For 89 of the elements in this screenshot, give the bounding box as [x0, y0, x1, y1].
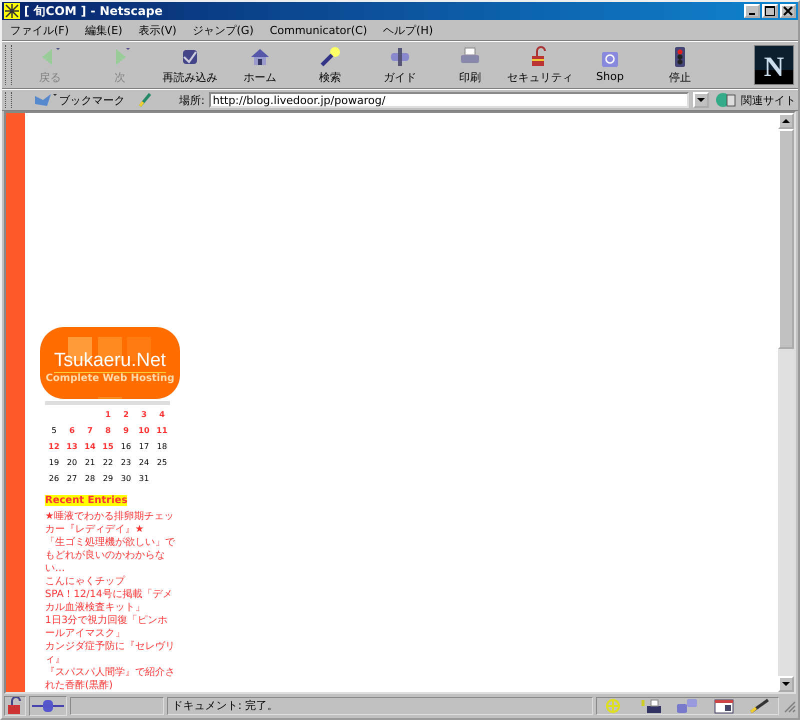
- related-sites-button[interactable]: 関連サイト: [713, 92, 798, 108]
- minimize-button[interactable]: [744, 4, 760, 18]
- calendar-day: 26: [45, 471, 63, 487]
- inbox-icon[interactable]: [639, 698, 664, 714]
- calendar-day: 30: [117, 471, 135, 487]
- menu-item[interactable]: ファイル(F): [10, 22, 69, 38]
- bookmarks-button[interactable]: ブックマーク: [31, 92, 127, 108]
- calendar-day-link[interactable]: 1: [99, 407, 117, 423]
- calendar-day: 28: [81, 471, 99, 487]
- connection-icon: [29, 696, 67, 716]
- calendar-day-link[interactable]: 12: [45, 439, 63, 455]
- calendar-day-link[interactable]: 15: [99, 439, 117, 455]
- calendar-day: 27: [63, 471, 81, 487]
- menu-item[interactable]: ヘルプ(H): [383, 22, 434, 38]
- calendar-day-link[interactable]: 13: [63, 439, 81, 455]
- entry-link[interactable]: SPA！12/14号に掲載「デメカル血液検査キット」: [45, 588, 175, 614]
- menu-item[interactable]: 表示(V): [138, 22, 177, 38]
- minimize-icon: [749, 13, 755, 15]
- scroll-down-button[interactable]: [778, 676, 794, 692]
- menu-item[interactable]: Communicator(C): [270, 24, 368, 36]
- toolbar-button[interactable]: 印刷: [435, 43, 505, 87]
- calendar-day: 22: [99, 455, 117, 471]
- caret-icon: [697, 98, 705, 102]
- bookmark-icon: [33, 92, 57, 108]
- toolbar-button[interactable]: ホーム: [225, 43, 295, 87]
- maximize-icon: [765, 6, 775, 16]
- entry-link[interactable]: 「生ゴミ処理機が欲しい」でもどれが良いのかわからない…: [45, 536, 175, 575]
- entry-link[interactable]: こんにゃくチップ: [45, 575, 175, 588]
- scroll-thumb[interactable]: [778, 129, 794, 349]
- calendar-day: 25: [153, 455, 171, 471]
- toolbar-button[interactable]: 再読み込み: [155, 43, 225, 87]
- pen-icon[interactable]: [748, 698, 772, 714]
- close-button[interactable]: [780, 4, 796, 18]
- calendar-day-link[interactable]: 11: [153, 423, 171, 439]
- calendar-day: 31: [135, 471, 153, 487]
- calendar-day-link[interactable]: 4: [153, 407, 171, 423]
- toolbar-grip[interactable]: [5, 92, 12, 108]
- logo-subtitle: Complete Web Hosting: [46, 372, 174, 384]
- lock-icon[interactable]: [4, 696, 26, 716]
- toolbar-button[interactable]: セキュリティ: [505, 43, 575, 87]
- calendar-day-link[interactable]: 8: [99, 423, 117, 439]
- calendar-day-link[interactable]: 2: [117, 407, 135, 423]
- calendar-day: 17: [135, 439, 153, 455]
- toolbar-button[interactable]: ガイド: [365, 43, 435, 87]
- calendar-day-link[interactable]: 3: [135, 407, 153, 423]
- toolbar-button[interactable]: Shop: [575, 43, 645, 87]
- dropdown-button[interactable]: [693, 92, 709, 108]
- entry-link[interactable]: ★唾液でわかる排卵期チェッカー『レディデイ』★: [45, 510, 175, 536]
- status-text: ドキュメント: 完了。: [167, 697, 593, 715]
- scroll-up-button[interactable]: [778, 113, 794, 129]
- toolbar-grip[interactable]: [5, 45, 12, 85]
- calendar-day: 21: [81, 455, 99, 471]
- toolbar-button[interactable]: 停止: [645, 43, 715, 87]
- app-icon: [4, 3, 20, 19]
- calendar-day-link[interactable]: 6: [63, 423, 81, 439]
- menu-item[interactable]: ジャンプ(G): [192, 22, 254, 38]
- section-heading: Recent Entries: [45, 495, 128, 506]
- calendar-day-link[interactable]: 10: [135, 423, 153, 439]
- calendar-day-link[interactable]: 9: [117, 423, 135, 439]
- location-label: 場所:: [179, 92, 205, 108]
- calendar-day: 24: [135, 455, 153, 471]
- calendar-day: 19: [45, 455, 63, 471]
- search-icon: [318, 45, 342, 69]
- calendar-day-link[interactable]: 7: [81, 423, 99, 439]
- logo-title: Tsukaeru.Net: [54, 350, 166, 373]
- up-arrow-icon: [782, 119, 790, 123]
- menu-item[interactable]: 編集(E): [84, 22, 122, 38]
- entry-link[interactable]: 1日3分で視力回復「ピンホールアイマスク」: [45, 614, 175, 640]
- n-logo-icon: N: [754, 45, 794, 85]
- calendar-day-link[interactable]: 14: [81, 439, 99, 455]
- vertical-scrollbar[interactable]: [778, 113, 794, 692]
- calendar-day: 18: [153, 439, 171, 455]
- entry-link[interactable]: カンジダ症予防に『セレヴリィ』: [45, 640, 175, 666]
- close-icon: [783, 6, 793, 16]
- down-arrow-icon: [782, 682, 790, 686]
- calendar-day: 29: [99, 471, 117, 487]
- url-field[interactable]: http://blog.livedoor.jp/powarog/: [208, 92, 689, 108]
- window-title: [ 旬COM ] - Netscape: [24, 2, 164, 20]
- page-icon[interactable]: [137, 92, 153, 108]
- signpost-icon: [388, 45, 412, 69]
- calendar-day: 23: [117, 455, 135, 471]
- resize-grip-icon[interactable]: [782, 699, 796, 713]
- entry-link[interactable]: 『スパスパ人間学』で紹介された香酢(黒酢): [45, 666, 175, 692]
- maximize-button[interactable]: [762, 4, 778, 18]
- calendar-day: 16: [117, 439, 135, 455]
- calendar-day: 20: [63, 455, 81, 471]
- address-card-icon[interactable]: [712, 698, 736, 714]
- toolbar-button[interactable]: 検索: [295, 43, 365, 87]
- calendar-day: 5: [45, 423, 63, 439]
